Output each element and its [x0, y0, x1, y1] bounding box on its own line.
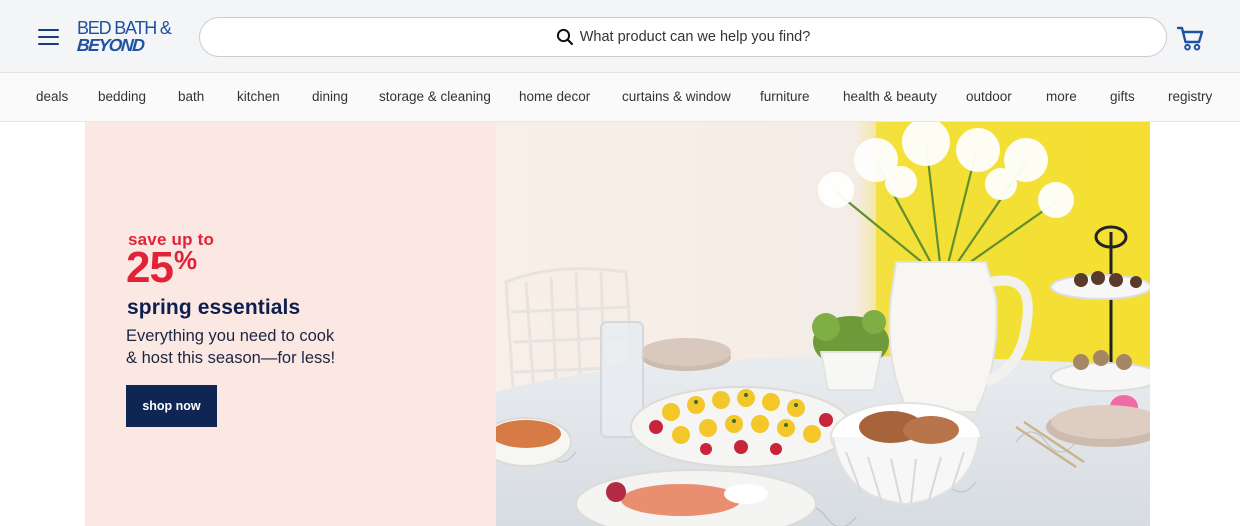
nav-item-outdoor[interactable]: outdoor [966, 89, 1012, 104]
logo-line-2: BEYOND [76, 35, 145, 55]
promo-title: spring essentials [127, 296, 301, 319]
nav-item-more[interactable]: more [1046, 89, 1077, 104]
cart-icon[interactable] [1176, 24, 1206, 52]
nav-item-furniture[interactable]: furniture [760, 89, 810, 104]
nav-item-bath[interactable]: bath [178, 89, 204, 104]
promo-panel: save up to 25 % spring essentials Everyt… [85, 122, 496, 526]
nav-item-home-decor[interactable]: home decor [519, 89, 590, 104]
nav-item-bedding[interactable]: bedding [98, 89, 146, 104]
brand-logo[interactable]: BED BATH & BEYOND [76, 19, 183, 55]
category-nav: deals bedding bath kitchen dining storag… [0, 73, 1240, 122]
search-input[interactable]: What product can we help you find? [199, 17, 1167, 57]
site-header: BED BATH & BEYOND What product can we he… [0, 0, 1240, 73]
promo-percent-value: 25 [126, 243, 174, 292]
nav-item-kitchen[interactable]: kitchen [237, 89, 280, 104]
search-icon [556, 28, 574, 46]
nav-item-health-beauty[interactable]: health & beauty [843, 89, 937, 104]
promo-subtitle-line-2: & host this season—for less! [126, 349, 336, 367]
promo-percent-sign: % [173, 245, 197, 275]
search-placeholder: What product can we help you find? [579, 29, 811, 45]
promo-subtitle: Everything you need to cook & host this … [126, 325, 386, 369]
hero-banner[interactable]: save up to 25 % spring essentials Everyt… [85, 122, 1150, 526]
nav-item-dining[interactable]: dining [312, 89, 348, 104]
promo-percent: 25 % [126, 243, 197, 292]
nav-item-curtains-window[interactable]: curtains & window [622, 89, 731, 104]
nav-item-registry[interactable]: registry [1168, 89, 1212, 104]
nav-item-storage-cleaning[interactable]: storage & cleaning [379, 89, 491, 104]
promo-subtitle-line-1: Everything you need to cook [126, 327, 335, 345]
shop-now-button[interactable]: shop now [126, 385, 217, 427]
hero-photo [496, 122, 1150, 526]
nav-item-gifts[interactable]: gifts [1110, 89, 1135, 104]
hamburger-menu-icon[interactable] [36, 26, 62, 48]
nav-item-deals[interactable]: deals [36, 89, 68, 104]
